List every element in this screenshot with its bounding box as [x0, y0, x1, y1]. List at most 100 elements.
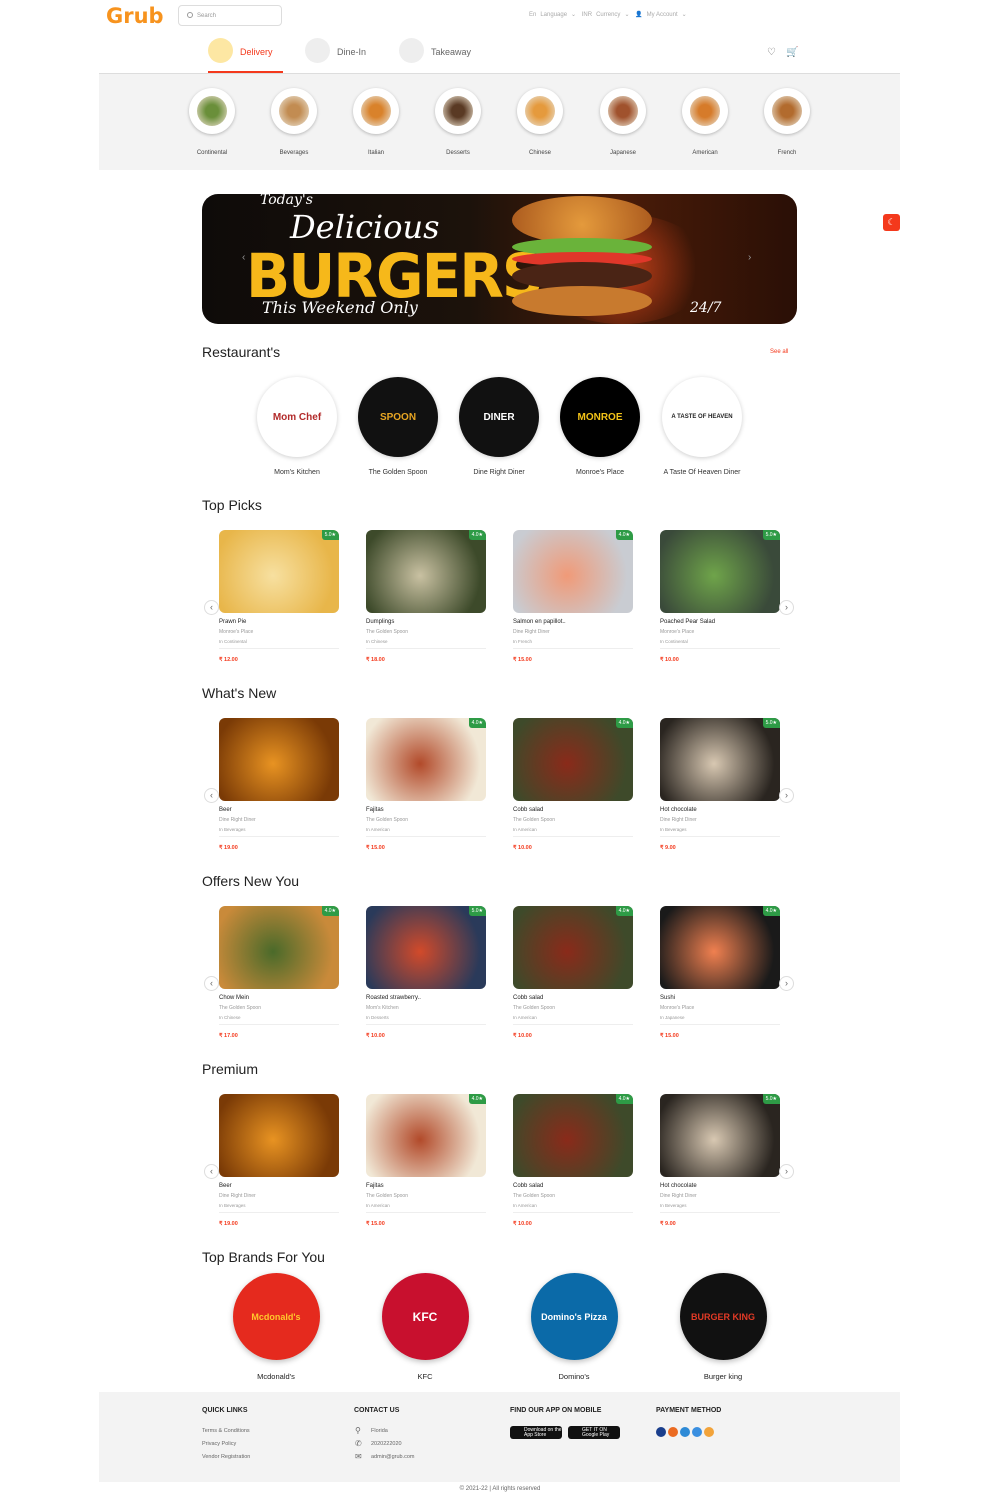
rating-badge: 4.0★	[615, 718, 633, 728]
category-food	[608, 96, 638, 126]
category-item[interactable]: Continental	[177, 88, 247, 156]
rating-badge: 4.0★	[468, 1094, 486, 1104]
carousel-next-button[interactable]: ›	[779, 976, 794, 991]
carousel-next-button[interactable]: ›	[779, 600, 794, 615]
food-card[interactable]: 5.0★ Hot chocolate Dine Right Diner In Beve…	[660, 1094, 780, 1227]
restaurant-card[interactable]: Mom Chef Mom's Kitchen	[255, 377, 339, 476]
food-image: 4.0★	[366, 1094, 486, 1177]
banner-line-1: Today's	[260, 194, 313, 208]
category-food	[772, 96, 802, 126]
food-card[interactable]: 4.0★ Cobb salad The Golden Spoon In America…	[513, 906, 633, 1039]
tab-takeaway[interactable]: Takeaway	[399, 36, 489, 73]
restaurant-card[interactable]: SPOON The Golden Spoon	[356, 377, 440, 476]
food-card[interactable]: 5.0★ Poached Pear Salad Monroe's Place In C…	[660, 530, 780, 663]
category-label: American	[692, 150, 718, 156]
food-card[interactable]: 5.0★ Roasted strawberry.. Mom's Kitchen In …	[366, 906, 486, 1039]
tab-dine-in[interactable]: Dine-In	[305, 36, 380, 73]
google-play-button[interactable]: GET IT ON Google Play	[568, 1426, 620, 1439]
chevron-down-icon: ⌄	[681, 12, 687, 18]
category-food	[525, 96, 555, 126]
food-image	[219, 1094, 339, 1177]
food-price: ₹ 10.00	[366, 1033, 385, 1039]
search-input[interactable]: Search	[178, 5, 282, 26]
terms-link[interactable]: Terms & Conditions	[202, 1428, 250, 1434]
food-card[interactable]: 4.0★ Chow Mein The Golden Spoon In Chinese ₹…	[219, 906, 339, 1039]
promo-banner[interactable]: Today's Delicious BURGERS This Weekend O…	[202, 194, 797, 324]
category-item[interactable]: Chinese	[505, 88, 575, 156]
banner-next-arrow[interactable]: ›	[748, 252, 751, 263]
category-food	[443, 96, 473, 126]
privacy-link[interactable]: Privacy Policy	[202, 1441, 236, 1447]
carousel-prev-button[interactable]: ‹	[204, 788, 219, 803]
rating-badge: 5.0★	[762, 1094, 780, 1104]
food-card[interactable]: 4.0★ Cobb salad The Golden Spoon In America…	[513, 1094, 633, 1227]
top-right-menu: En Language ⌄ INR Currency ⌄ 👤 My Account ⌄	[529, 11, 691, 18]
cart-icon[interactable]: 🛒	[786, 47, 798, 58]
category-label: Continental	[196, 150, 228, 156]
category-image	[435, 88, 481, 134]
category-item[interactable]: Desserts	[423, 88, 493, 156]
grub-logo[interactable]: Grub	[106, 4, 164, 28]
food-price: ₹ 17.00	[219, 1033, 238, 1039]
food-card[interactable]: 5.0★ Hot chocolate Dine Right Diner In Beve…	[660, 718, 780, 851]
category-item[interactable]: French	[752, 88, 822, 156]
banner-prev-arrow[interactable]: ‹	[242, 252, 245, 263]
food-category: In Chinese	[366, 639, 486, 649]
brand-logo: Domino's Pizza	[530, 1273, 618, 1360]
food-image: 4.0★	[366, 530, 486, 613]
category-item[interactable]: Italian	[341, 88, 411, 156]
food-card[interactable]: 4.0★ Fajitas The Golden Spoon In American ₹ …	[366, 718, 486, 851]
carousel-prev-button[interactable]: ‹	[204, 976, 219, 991]
restaurant-card[interactable]: A TASTE OF HEAVEN A Taste Of Heaven Diner	[660, 377, 744, 476]
brand-card[interactable]: Domino's Pizza Domino's	[529, 1273, 619, 1381]
restaurant-card[interactable]: MONROE Monroe's Place	[558, 377, 642, 476]
food-name: Dumplings	[366, 619, 395, 625]
contact-location: Florida	[371, 1428, 388, 1434]
vendor-registration-link[interactable]: Vendor Registration	[202, 1454, 250, 1460]
restaurant-card[interactable]: DINER Dine Right Diner	[457, 377, 541, 476]
my-account-dropdown[interactable]: My Account	[647, 12, 678, 18]
food-restaurant: The Golden Spoon	[366, 817, 408, 823]
brand-card[interactable]: BURGER KING Burger king	[678, 1273, 768, 1381]
category-item[interactable]: Japanese	[588, 88, 658, 156]
category-food	[279, 96, 309, 126]
heart-icon[interactable]: ♡	[767, 47, 776, 58]
brand-logo: Mcdonald's	[232, 1273, 320, 1360]
app-store-button[interactable]: Download on the App Store	[510, 1426, 562, 1439]
brand-card[interactable]: Mcdonald's Mcdonald's	[231, 1273, 321, 1381]
section-title: What's New	[202, 685, 277, 701]
dark-mode-toggle[interactable]: ☾	[883, 214, 900, 231]
visa-icon	[656, 1427, 666, 1437]
language-dropdown[interactable]: Language	[540, 12, 567, 18]
brand-name: Mcdonald's	[257, 1372, 295, 1381]
food-card[interactable]: 4.0★ Sushi Monroe's Place In Japanese ₹ 15.0…	[660, 906, 780, 1039]
restaurants-title: Restaurant's	[202, 344, 281, 360]
currency-dropdown[interactable]: Currency	[596, 12, 620, 18]
category-label: Japanese	[609, 150, 637, 156]
see-all-link[interactable]: See all	[770, 349, 788, 355]
brand-card[interactable]: KFC KFC	[380, 1273, 470, 1381]
category-item[interactable]: American	[670, 88, 740, 156]
chevron-down-icon: ⌄	[624, 12, 630, 18]
tab-delivery[interactable]: Delivery	[208, 36, 283, 73]
carousel-prev-button[interactable]: ‹	[204, 600, 219, 615]
app-title: FIND OUR APP ON MOBILE	[510, 1407, 602, 1414]
food-card[interactable]: 4.0★ Cobb salad The Golden Spoon In America…	[513, 718, 633, 851]
food-card[interactable]: Beer Dine Right Diner In Beverages ₹ 19.00	[219, 718, 339, 851]
food-card[interactable]: 4.0★ Fajitas The Golden Spoon In American ₹ …	[366, 1094, 486, 1227]
app-store-big: App Store	[524, 1431, 547, 1438]
carousel-next-button[interactable]: ›	[779, 1164, 794, 1179]
food-card[interactable]: Beer Dine Right Diner In Beverages ₹ 19.00	[219, 1094, 339, 1227]
category-food	[361, 96, 391, 126]
contact-email[interactable]: admin@grub.com	[371, 1454, 415, 1460]
food-card[interactable]: 4.0★ Dumplings The Golden Spoon In Chinese ₹…	[366, 530, 486, 663]
carousel-next-button[interactable]: ›	[779, 788, 794, 803]
food-card[interactable]: 5.0★ Prawn Pie Monroe's Place In Continenta…	[219, 530, 339, 663]
food-restaurant: Dine Right Diner	[513, 629, 550, 635]
food-card[interactable]: 4.0★ Salmon en papillot.. Dine Right Diner…	[513, 530, 633, 663]
category-item[interactable]: Beverages	[259, 88, 329, 156]
carousel-prev-button[interactable]: ‹	[204, 1164, 219, 1179]
dine-in-icon	[305, 38, 330, 63]
user-icon: 👤	[635, 12, 643, 18]
paypal-icon	[680, 1427, 690, 1437]
